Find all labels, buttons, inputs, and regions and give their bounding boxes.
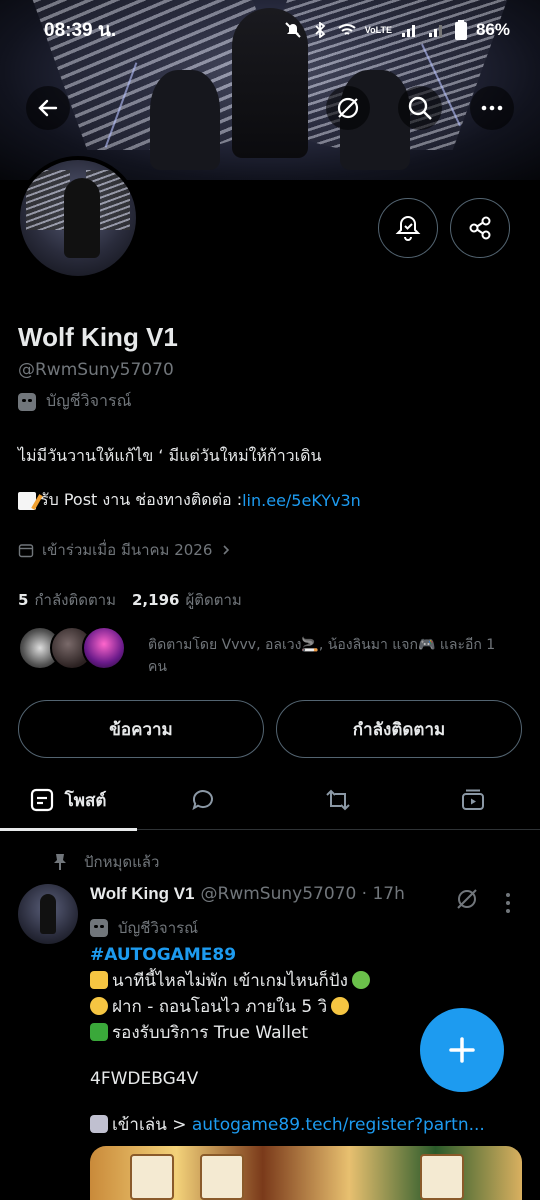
memo-icon xyxy=(18,491,36,510)
post-media-image[interactable] xyxy=(90,1146,522,1200)
more-horizontal-icon xyxy=(481,105,503,111)
post-account-label-text: บัญชีวิจารณ์ xyxy=(118,919,199,937)
status-time: 08:39 น. xyxy=(44,20,117,41)
bio-line-1: ไม่มีวันวานให้แก้ไข ‘ มีแต่วันใหม่ให้ก้า… xyxy=(18,446,322,465)
repost-icon xyxy=(325,789,350,811)
mute-icon xyxy=(285,22,301,38)
following-count: 5 xyxy=(18,591,29,609)
battery-icon xyxy=(454,20,467,40)
tab-replies[interactable] xyxy=(135,770,270,830)
tab-posts[interactable]: โพสต์ xyxy=(0,770,137,831)
post-link[interactable]: autogame89.tech/register?partn... xyxy=(192,1115,485,1135)
mahjong-tile xyxy=(130,1154,174,1200)
user-handle: @RwmSuny57070 xyxy=(18,360,174,380)
followed-by-text[interactable]: ติดตามโดย Vvvv, อลเวง🚬, น้องลินมา แจก🎮 แ… xyxy=(148,634,518,678)
bluetooth-icon xyxy=(315,22,326,38)
tab-media[interactable] xyxy=(405,770,540,830)
post-account-label: บัญชีวิจารณ์ xyxy=(90,916,198,940)
pin-icon xyxy=(54,854,66,870)
mask-icon xyxy=(90,919,108,937)
pinned-indicator: ปักหมุดแล้ว xyxy=(52,850,159,874)
more-vertical-icon[interactable] xyxy=(500,890,516,916)
account-label[interactable]: บัญชีวิจารณ์ xyxy=(18,389,131,414)
post-author-handle: @RwmSuny57070 · 17h xyxy=(200,884,405,904)
share-icon xyxy=(469,216,491,240)
rocket-icon xyxy=(90,1115,108,1133)
display-name: Wolf King V1 xyxy=(18,322,178,352)
post-line-2: ฝาก - ถอนโอนไว ภายใน 5 วิ xyxy=(112,997,328,1017)
plus-icon xyxy=(449,1037,475,1063)
share-button[interactable] xyxy=(450,198,510,258)
grok-icon[interactable] xyxy=(454,886,480,912)
following-button[interactable]: กำลังติดตาม xyxy=(276,700,522,758)
network-type: VoLTE xyxy=(364,24,392,35)
grok-icon xyxy=(337,97,359,119)
tab-reposts[interactable] xyxy=(270,770,405,830)
post-header: Wolf King V1 @RwmSuny57070 · 17h xyxy=(90,884,405,904)
following-label: กำลังติดตาม xyxy=(34,591,116,609)
bio-contact-text: รับ Post งาน ช่องทางติดต่อ : xyxy=(40,490,243,509)
money-face-icon xyxy=(351,971,370,989)
post-author-avatar[interactable] xyxy=(18,884,78,944)
followed-by-avatars[interactable] xyxy=(18,626,126,670)
search-button[interactable] xyxy=(398,86,442,130)
tab-posts-label: โพสต์ xyxy=(64,790,107,811)
point-right-icon xyxy=(90,997,108,1015)
pinned-label: ปักหมุดแล้ว xyxy=(84,853,160,871)
mahjong-tile xyxy=(420,1154,464,1200)
compose-button[interactable] xyxy=(420,1008,504,1092)
banner-wolf-left xyxy=(150,70,220,170)
mask-icon xyxy=(18,392,36,411)
avatar xyxy=(82,626,126,670)
point-left-icon xyxy=(331,997,350,1015)
joined-text: เข้าร่วมเมื่อ มีนาคม 2026 xyxy=(42,541,213,559)
post-icon xyxy=(30,788,53,812)
followers-count: 2,196 xyxy=(132,591,180,609)
grok-button[interactable] xyxy=(326,86,370,130)
post-line-3: รองรับบริการ True Wallet xyxy=(112,1023,309,1043)
message-button[interactable]: ข้อความ xyxy=(18,700,264,758)
avatar-figure xyxy=(40,894,56,934)
notifications-button[interactable] xyxy=(378,198,438,258)
back-button[interactable] xyxy=(26,86,70,130)
avatar-figure xyxy=(64,178,100,258)
post-line-1: นาทีนี้ไหลไม่พัก เข้าเกมไหนก็ปัง xyxy=(112,971,348,991)
bio-line-2: รับ Post งาน ช่องทางติดต่อ : lin.ee/5eKY… xyxy=(18,488,361,513)
arrow-left-icon xyxy=(38,99,58,117)
account-label-text: บัญชีวิจารณ์ xyxy=(46,391,132,410)
post-hashtag[interactable]: #AUTOGAME89 xyxy=(90,945,236,965)
check-mark-icon xyxy=(90,1023,108,1041)
profile-avatar[interactable] xyxy=(16,156,140,280)
chevron-right-icon xyxy=(223,545,230,555)
status-bar: 08:39 น. VoLTE 86% xyxy=(0,0,540,60)
joined-date[interactable]: เข้าร่วมเมื่อ มีนาคม 2026 xyxy=(18,538,232,562)
battery-percent: 86% xyxy=(475,20,510,39)
followers-label: ผู้ติดตาม xyxy=(185,591,242,609)
followers-stat[interactable]: 2,196 ผู้ติดตาม xyxy=(132,588,242,612)
calendar-icon xyxy=(18,544,34,558)
post-play-prefix: เข้าเล่น > xyxy=(112,1115,192,1135)
signal-icon xyxy=(401,25,415,37)
post-author-name[interactable]: Wolf King V1 xyxy=(90,884,195,904)
bell-check-icon xyxy=(395,215,421,241)
follow-stats: 5 กำลังติดตาม 2,196 ผู้ติดตาม xyxy=(18,588,242,612)
wifi-icon xyxy=(338,24,356,35)
following-stat[interactable]: 5 กำลังติดตาม xyxy=(18,588,116,612)
bio-link[interactable]: lin.ee/5eKYv3n xyxy=(242,491,361,510)
search-icon xyxy=(408,96,432,120)
profile-tabs: โพสต์ xyxy=(0,770,540,831)
more-options-button[interactable] xyxy=(470,86,514,130)
party-popper-icon xyxy=(90,971,108,989)
mahjong-tile xyxy=(200,1154,244,1200)
media-icon xyxy=(461,789,484,810)
reply-icon xyxy=(191,790,213,811)
signal-icon-2 xyxy=(428,25,442,37)
